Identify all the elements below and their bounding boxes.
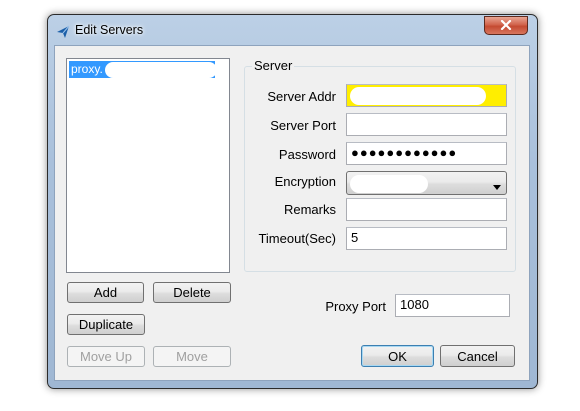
move-up-button[interactable]: Move Up: [67, 346, 145, 367]
move-down-button[interactable]: Move: [153, 346, 231, 367]
close-x-icon: [500, 19, 512, 33]
server-group-title: Server: [252, 58, 295, 73]
server-list[interactable]: proxy.: [66, 58, 230, 273]
password-value: ●●●●●●●●●●●●: [351, 145, 458, 160]
cancel-button[interactable]: Cancel: [440, 345, 515, 367]
proxy-port-label: Proxy Port: [325, 299, 386, 314]
delete-button-label: Delete: [173, 285, 211, 300]
timeout-label: Timeout(Sec): [258, 231, 336, 246]
remarks-label: Remarks: [283, 202, 336, 217]
window-title: Edit Servers: [75, 23, 144, 37]
password-field[interactable]: ●●●●●●●●●●●●: [346, 142, 507, 165]
server-list-item-label: proxy.: [71, 62, 103, 76]
duplicate-button[interactable]: Duplicate: [67, 314, 145, 335]
triangle-down-icon: [493, 180, 501, 194]
move-up-button-label: Move Up: [79, 349, 133, 364]
cancel-button-label: Cancel: [457, 348, 498, 364]
remarks-field[interactable]: [346, 198, 507, 221]
redacted-overlay: [105, 62, 217, 78]
add-button-label: Add: [93, 285, 118, 300]
timeout-value: 5: [351, 230, 359, 245]
proxy-port-field[interactable]: 1080: [395, 294, 510, 317]
duplicate-button-label: Duplicate: [78, 317, 134, 332]
proxy-port-value: 1080: [400, 297, 429, 312]
server-port-field[interactable]: [346, 113, 507, 136]
encryption-label: Encryption: [274, 174, 336, 189]
server-addr-label: Server Addr: [267, 89, 336, 104]
redacted-overlay: [350, 175, 428, 193]
move-down-button-label: Move: [176, 349, 208, 364]
delete-button[interactable]: Delete: [153, 282, 231, 303]
ok-button-label: OK: [388, 348, 407, 364]
timeout-field[interactable]: 5: [346, 227, 507, 250]
redacted-overlay: [350, 87, 486, 105]
ok-button[interactable]: OK: [361, 345, 434, 367]
server-port-label: Server Port: [270, 118, 336, 133]
password-label: Password: [278, 147, 336, 162]
add-button[interactable]: Add: [67, 282, 144, 303]
close-button[interactable]: [484, 16, 528, 35]
paper-plane-icon: [56, 25, 70, 39]
